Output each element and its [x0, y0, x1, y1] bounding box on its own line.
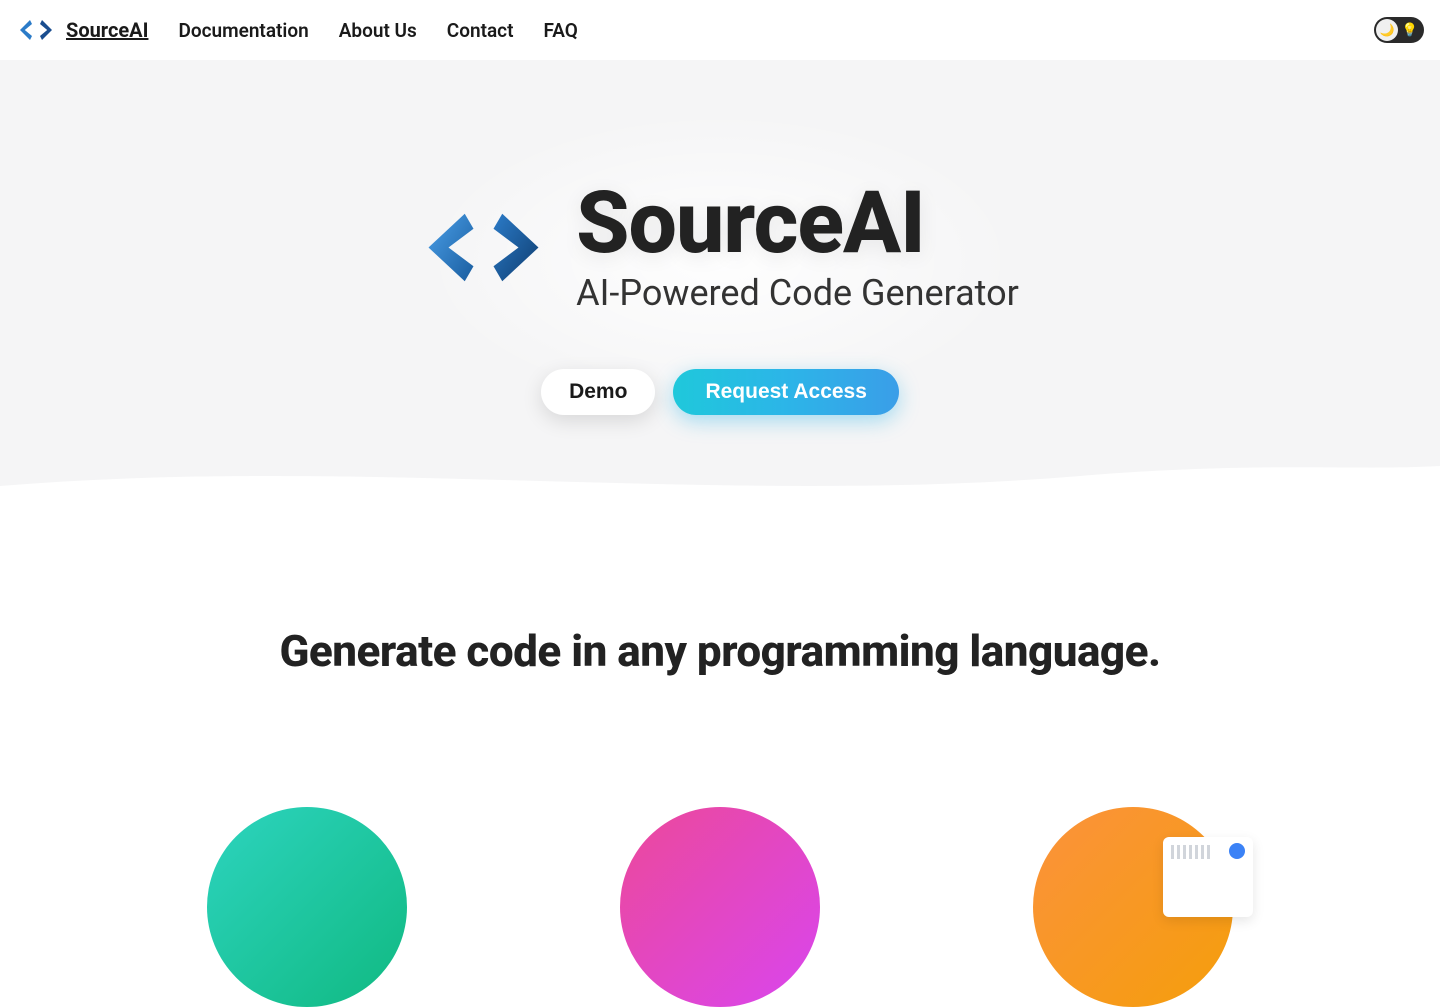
hero-buttons: Demo Request Access — [0, 369, 1440, 415]
request-access-button[interactable]: Request Access — [673, 369, 898, 415]
hero-subtitle: AI-Powered Code Generator — [576, 272, 1019, 314]
wave-divider — [0, 446, 1440, 506]
nav-link-faq[interactable]: FAQ — [543, 19, 577, 42]
hero-title: SourceAI — [576, 180, 1019, 266]
hero-section: SourceAI AI-Powered Code Generator Demo … — [0, 60, 1440, 505]
features-heading: Generate code in any programming languag… — [0, 625, 1440, 677]
hero-content: SourceAI AI-Powered Code Generator — [0, 180, 1440, 314]
nav-link-documentation[interactable]: Documentation — [178, 19, 308, 42]
top-nav: SourceAI Documentation About Us Contact … — [0, 0, 1440, 60]
feature-circle-easy — [207, 807, 407, 1007]
demo-button[interactable]: Demo — [541, 369, 655, 415]
theme-toggle[interactable]: 🌙 💡 — [1374, 17, 1424, 43]
brand-logo-icon — [16, 14, 56, 46]
document-icon — [1163, 837, 1253, 917]
brand-text: SourceAI — [66, 18, 148, 42]
hero-logo-icon — [421, 200, 546, 295]
nav-left: SourceAI Documentation About Us Contact … — [16, 14, 578, 46]
hero-text-block: SourceAI AI-Powered Code Generator — [576, 180, 1019, 314]
feature-circle-powerful — [1033, 807, 1233, 1007]
moon-icon: 🌙 — [1376, 19, 1398, 41]
nav-link-about[interactable]: About Us — [339, 19, 417, 42]
brand-link[interactable]: SourceAI — [16, 14, 148, 46]
feature-circles — [0, 807, 1440, 1007]
nav-link-contact[interactable]: Contact — [447, 19, 514, 42]
feature-circle-fast — [620, 807, 820, 1007]
features-section: Generate code in any programming languag… — [0, 505, 1440, 1007]
lightbulb-icon: 💡 — [1402, 23, 1418, 38]
